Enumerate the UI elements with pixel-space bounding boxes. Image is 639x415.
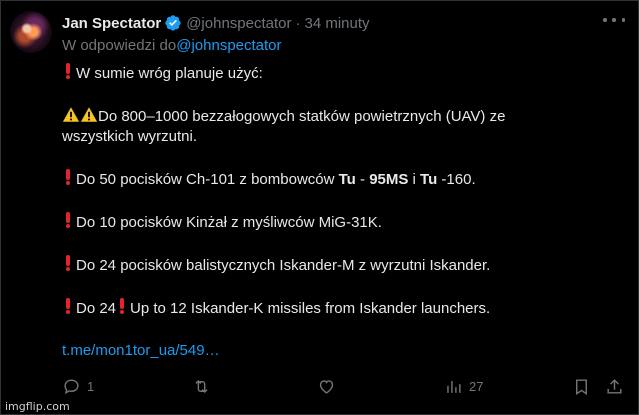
bookmark-button[interactable] (572, 377, 591, 396)
watermark: imgflip.com (5, 400, 70, 413)
post-line: Do 50 pocisków Ch-101 z bombowców Tu - 9… (62, 169, 627, 190)
exclamation-icon (66, 63, 70, 79)
repost-icon (195, 379, 208, 394)
external-link[interactable]: t.me/mon1tor_ua/549… (62, 342, 220, 359)
post-line: Do 800–1000 bezzałogowych statków powiet… (62, 106, 627, 127)
post-text: - (355, 171, 370, 188)
warning-icon (80, 107, 98, 122)
heart-icon (319, 380, 334, 394)
post-line: t.me/mon1tor_ua/549… (62, 341, 627, 361)
share-button[interactable] (605, 377, 624, 396)
post-text: i (408, 171, 421, 188)
reply-icon (64, 379, 79, 395)
post-line: Do 24 Up to 12 Iskander-K missiles from I… (62, 298, 627, 319)
post-text-bold: Tu (338, 171, 356, 188)
post-text-bold: Tu (420, 171, 438, 188)
avatar[interactable] (10, 11, 52, 53)
reply-button[interactable]: 1 (62, 377, 94, 396)
post-text: Up to 12 Iskander-K missiles from Iskand… (130, 300, 491, 317)
post-text: -160. (437, 171, 476, 188)
bookmark-icon (576, 379, 587, 395)
post-line: Do 10 pocisków Kinżał z myśliwców MiG-31… (62, 212, 627, 233)
more-options-icon[interactable] (603, 11, 625, 29)
post-text: Do 24 (76, 300, 117, 317)
warning-icon (62, 107, 80, 122)
post-line: Do 24 pocisków balistycznych Iskander-M … (62, 255, 627, 276)
post-line: W sumie wróg planuje użyć: (62, 63, 627, 84)
post-text: Do 800–1000 bezzałogowych statków powiet… (98, 108, 506, 125)
views-count: 27 (469, 379, 484, 394)
post-text-bold: 95MS (369, 171, 409, 188)
like-button[interactable] (317, 377, 336, 396)
exclamation-icon (120, 298, 125, 314)
exclamation-icon (66, 212, 70, 228)
repost-button[interactable] (192, 377, 211, 396)
separator-dot: · (295, 14, 301, 32)
views-chart-icon (447, 380, 461, 393)
post-body: W sumie wróg planuje użyć: Do 800–1000 b… (62, 63, 627, 361)
exclamation-icon (66, 169, 70, 185)
views-button[interactable]: 27 (444, 377, 483, 396)
reply-context: W odpowiedzi do@johnspectator (62, 37, 282, 54)
reply-prefix: W odpowiedzi do (62, 37, 177, 54)
exclamation-icon (66, 298, 70, 314)
reply-mention-link[interactable]: @johnspectator (176, 37, 281, 54)
reply-count: 1 (87, 379, 95, 394)
author-name[interactable]: Jan Spectator (62, 15, 161, 32)
verified-badge-icon (165, 15, 181, 31)
post-container: Jan Spectator @johnspectator · 34 minuty… (0, 0, 639, 415)
share-icon (607, 379, 622, 394)
post-text: Do 50 pocisków Ch-101 z bombowców (76, 171, 339, 188)
exclamation-icon (66, 255, 70, 271)
post-text: W sumie wróg planuje użyć: (76, 65, 263, 82)
post-text: Do 10 pocisków Kinżał z myśliwców MiG-31… (76, 214, 382, 231)
action-bar: 1 27 (62, 377, 627, 399)
post-text: Do 24 pocisków balistycznych Iskander-M … (76, 257, 491, 274)
post-line: wszystkich wyrzutni. (62, 128, 198, 145)
post-timestamp[interactable]: 34 minuty (305, 15, 370, 32)
author-handle[interactable]: @johnspectator (186, 15, 291, 32)
post-header: Jan Spectator @johnspectator · 34 minuty (62, 13, 370, 33)
